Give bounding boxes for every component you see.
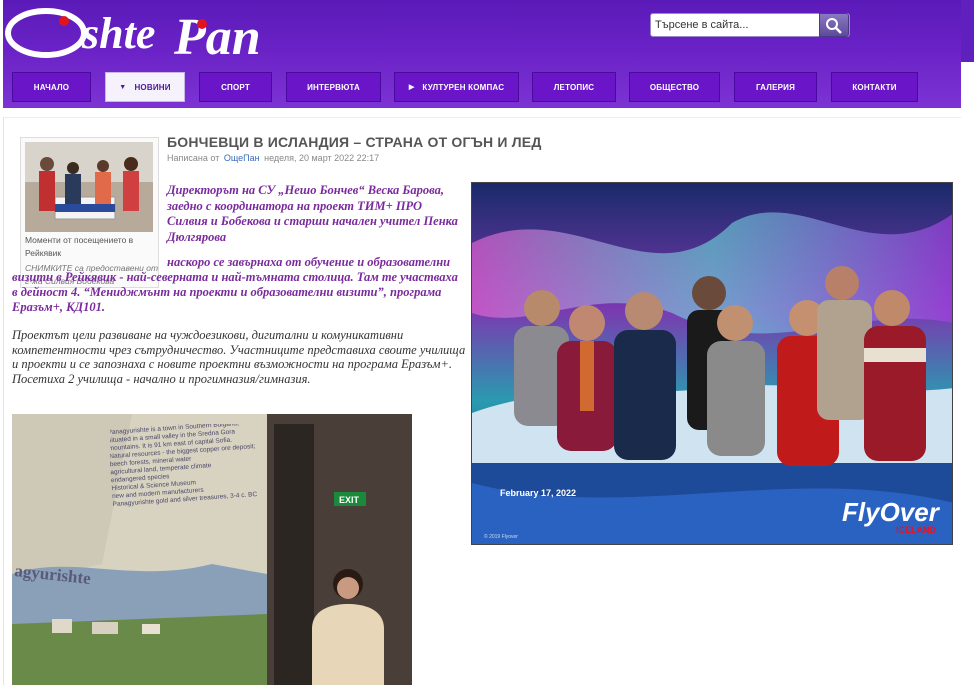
- photo-brand-sub: ICELAND: [896, 525, 936, 535]
- nav-item-news[interactable]: ▼ НОВИНИ: [105, 72, 185, 102]
- photo-date-stamp: February 17, 2022: [500, 488, 576, 498]
- svg-text:shte: shte: [81, 9, 155, 58]
- nav-label: НОВИНИ: [134, 82, 171, 92]
- meta-prefix: Написана от: [167, 153, 220, 163]
- nav-item-society[interactable]: ОБЩЕСТВО: [629, 72, 720, 102]
- nav-label: НАЧАЛО: [33, 82, 70, 92]
- nav-item-sport[interactable]: СПОРТ: [199, 72, 272, 102]
- author-link[interactable]: ОщеПан: [224, 153, 260, 163]
- chevron-right-icon: ▶: [408, 84, 415, 91]
- exit-sign: EXIT: [339, 495, 360, 505]
- nav-label: ГАЛЕРИЯ: [755, 82, 796, 92]
- article-title[interactable]: БОНЧЕВЦИ В ИСЛАНДИЯ – СТРАНА ОТ ОГЪН И Л…: [167, 134, 542, 150]
- article-meta: Написана от ОщеПан неделя, 20 март 2022 …: [167, 153, 379, 163]
- nav-item-chronicle[interactable]: ЛЕТОПИС: [532, 72, 616, 102]
- thumbnail-image[interactable]: [25, 142, 153, 232]
- header-strip: [961, 0, 974, 62]
- article-lead: Директорът на СУ „Нешо Бончев“ Веска Бар…: [167, 183, 458, 244]
- article-photo-presentation[interactable]: Panagyurishte is a town in Southern Bulg…: [12, 414, 412, 685]
- site-logo[interactable]: shte Pan: [4, 4, 266, 62]
- photo-copyright: © 2019 Flyover: [484, 533, 518, 540]
- nav-label: ЛЕТОПИС: [553, 82, 595, 92]
- nav-label: ИНТЕРВЮТА: [307, 82, 360, 92]
- article-date: неделя, 20 март 2022 22:17: [264, 153, 380, 163]
- nav-item-culture[interactable]: ▶ КУЛТУРЕН КОМПАС: [394, 72, 519, 102]
- nav-label: СПОРТ: [221, 82, 250, 92]
- article-body: Проектът цели развиване на чуждоезикови,…: [12, 328, 466, 386]
- nav-item-gallery[interactable]: ГАЛЕРИЯ: [734, 72, 817, 102]
- search-button[interactable]: [819, 13, 849, 37]
- nav-item-home[interactable]: НАЧАЛО: [12, 72, 91, 102]
- chevron-down-icon: ▼: [119, 83, 127, 91]
- nav-label: КУЛТУРЕН КОМПАС: [422, 82, 505, 92]
- search-box: [650, 13, 850, 37]
- search-icon: [826, 18, 842, 34]
- nav-item-contacts[interactable]: КОНТАКТИ: [831, 72, 918, 102]
- article-photo-iceland[interactable]: February 17, 2022 FlyOver ICELAND © 2019…: [471, 182, 953, 545]
- article-paragraph-2: наскоро се завърнаха от обучение и образ…: [12, 255, 464, 315]
- photo-brand: FlyOver: [842, 497, 941, 527]
- nav-label: ОБЩЕСТВО: [649, 82, 700, 92]
- svg-text:Pan: Pan: [173, 9, 261, 62]
- nav-label: КОНТАКТИ: [852, 82, 897, 92]
- nav-item-interviews[interactable]: ИНТЕРВЮТА: [286, 72, 381, 102]
- search-input[interactable]: [655, 16, 819, 34]
